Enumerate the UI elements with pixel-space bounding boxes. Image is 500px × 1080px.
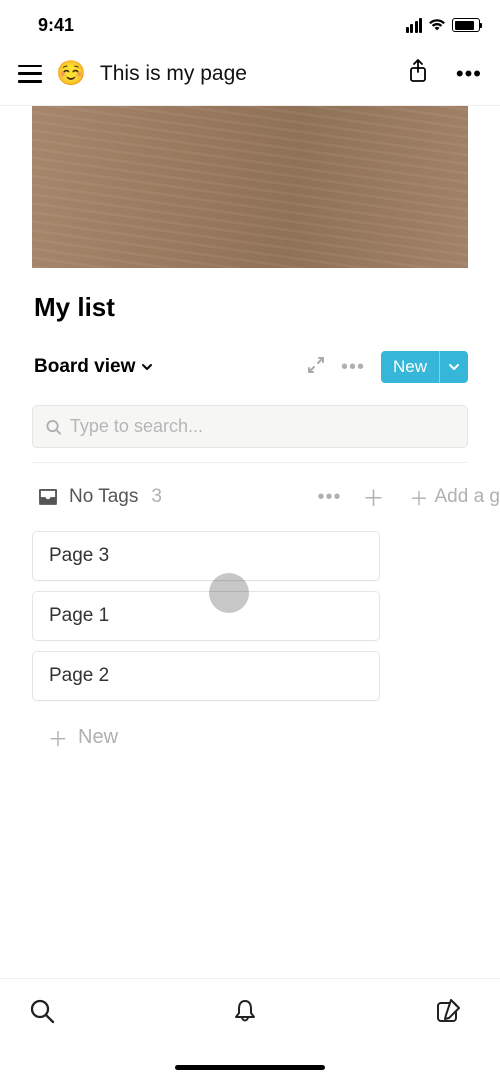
search-icon <box>28 997 56 1025</box>
compose-icon <box>434 997 462 1025</box>
card-title: Page 3 <box>49 545 109 566</box>
card-column: Page 3 Page 1 Page 2 ＋ New <box>0 525 500 764</box>
search-box[interactable] <box>32 405 468 448</box>
group-add-button[interactable]: ＋ <box>362 481 384 513</box>
new-button[interactable]: New <box>381 351 468 383</box>
new-button-label: New <box>381 351 439 383</box>
inbox-icon <box>38 488 58 506</box>
search-tab[interactable] <box>28 997 56 1030</box>
view-selector[interactable]: Board view <box>34 356 153 378</box>
group-more-button[interactable]: ••• <box>317 486 341 509</box>
home-indicator[interactable] <box>175 1065 325 1070</box>
expand-button[interactable] <box>307 356 325 379</box>
menu-button[interactable] <box>18 65 42 83</box>
card-title: Page 2 <box>49 665 109 686</box>
status-indicators <box>406 18 481 33</box>
bottom-bar <box>0 978 500 1080</box>
status-bar: 9:41 <box>0 0 500 48</box>
chevron-down-icon <box>141 361 153 373</box>
chevron-down-icon <box>448 361 460 373</box>
group-header: No Tags 3 ••• ＋ ＋ Add a g <box>0 463 500 525</box>
expand-icon <box>307 356 325 374</box>
search-icon <box>45 418 62 436</box>
group-count: 3 <box>151 486 162 508</box>
touch-indicator <box>209 573 249 613</box>
list-title[interactable]: My list <box>0 268 500 329</box>
share-button[interactable] <box>406 58 430 89</box>
new-card-button[interactable]: ＋ New <box>32 711 500 764</box>
search-input[interactable] <box>70 416 455 437</box>
group-name[interactable]: No Tags <box>69 486 138 508</box>
view-more-button[interactable]: ••• <box>341 356 365 379</box>
view-toolbar: Board view ••• New <box>0 329 500 395</box>
bell-icon <box>231 997 259 1025</box>
add-group-button[interactable]: ＋ Add a g <box>409 484 500 511</box>
page-title[interactable]: This is my page <box>100 62 392 86</box>
card-title: Page 1 <box>49 605 109 626</box>
new-card-label: New <box>78 726 118 749</box>
page-emoji[interactable]: ☺️ <box>56 59 86 88</box>
card-item[interactable]: Page 2 <box>32 651 380 701</box>
cover-image[interactable] <box>32 106 468 268</box>
app-header: ☺️ This is my page ••• <box>0 48 500 106</box>
plus-icon: ＋ <box>48 723 68 752</box>
compose-tab[interactable] <box>434 997 462 1030</box>
cellular-icon <box>406 18 423 33</box>
status-time: 9:41 <box>38 15 74 36</box>
view-name: Board view <box>34 356 135 378</box>
share-icon <box>406 58 430 84</box>
add-group-label: Add a g <box>435 486 500 508</box>
plus-icon: ＋ <box>409 484 428 511</box>
new-button-dropdown[interactable] <box>439 351 468 383</box>
card-item[interactable]: Page 3 <box>32 531 380 581</box>
battery-icon <box>452 18 480 32</box>
card-item[interactable]: Page 1 <box>32 591 380 641</box>
notifications-tab[interactable] <box>231 997 259 1030</box>
more-button[interactable]: ••• <box>456 61 482 87</box>
wifi-icon <box>428 18 446 32</box>
